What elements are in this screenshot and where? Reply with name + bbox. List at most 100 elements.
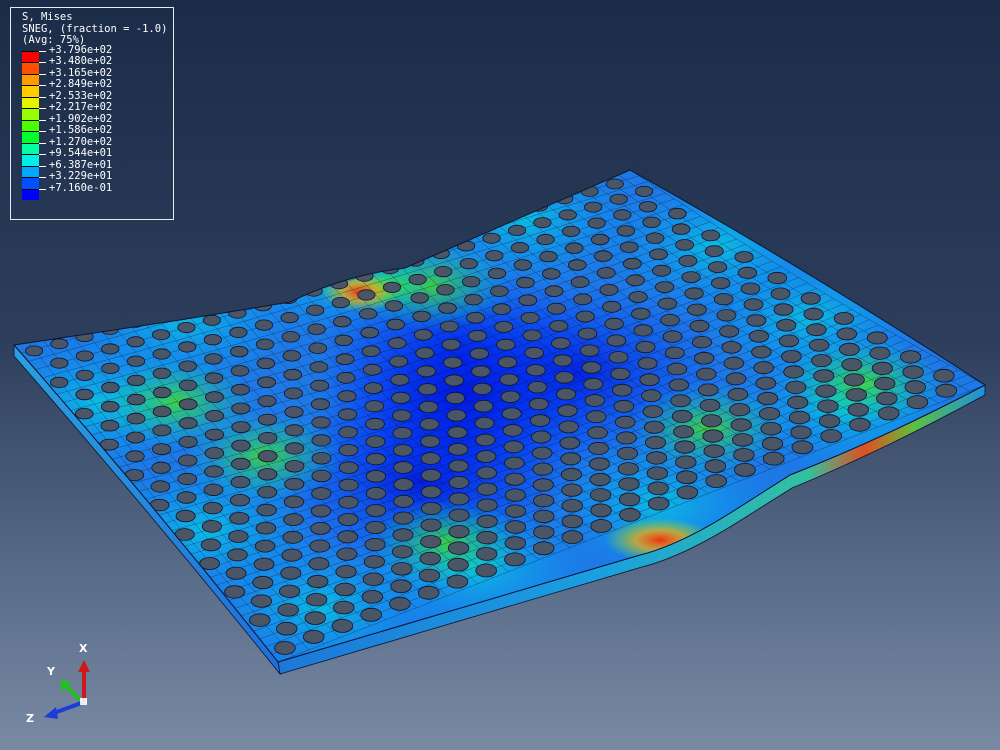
hole — [734, 251, 754, 263]
hole — [178, 360, 197, 372]
hole — [224, 585, 246, 599]
hole — [617, 446, 639, 460]
hole — [494, 320, 514, 333]
hole — [628, 291, 648, 303]
hole — [613, 399, 635, 413]
hole — [692, 336, 713, 349]
legend-swatch — [22, 119, 39, 131]
hole — [843, 373, 865, 387]
hole — [410, 292, 429, 304]
hole — [152, 386, 172, 399]
hole — [283, 513, 304, 526]
hole — [284, 406, 304, 418]
hole — [496, 338, 516, 351]
hole — [647, 481, 669, 496]
hole — [255, 338, 275, 351]
hole — [204, 428, 225, 441]
hole — [507, 224, 527, 236]
hole — [662, 330, 683, 343]
hole — [565, 242, 584, 254]
hole — [126, 355, 146, 367]
x-axis-arrowhead — [78, 660, 90, 672]
hole — [622, 257, 642, 270]
hole — [526, 364, 546, 377]
hole — [228, 530, 249, 543]
hole — [657, 297, 678, 310]
hole — [490, 285, 509, 297]
hole — [278, 584, 301, 598]
hole — [551, 337, 571, 350]
hole — [337, 513, 359, 526]
hole — [743, 298, 764, 311]
hole — [841, 357, 863, 372]
hole — [126, 412, 146, 425]
hole — [701, 229, 721, 242]
hole — [231, 439, 251, 452]
hole — [660, 313, 680, 327]
hole — [390, 373, 410, 386]
hole — [567, 259, 587, 271]
hole — [151, 461, 171, 474]
hole — [637, 357, 658, 370]
hole — [392, 511, 414, 525]
hole — [335, 565, 357, 579]
hole — [229, 494, 250, 507]
hole — [817, 399, 839, 413]
hole — [904, 380, 927, 394]
hole — [280, 311, 299, 324]
hole — [476, 498, 498, 512]
hole — [364, 400, 385, 413]
hole — [707, 261, 728, 274]
legend-tick — [39, 50, 46, 52]
hole — [419, 551, 441, 566]
hole — [363, 382, 383, 395]
hole — [308, 342, 328, 354]
hole — [546, 302, 566, 315]
hole — [310, 398, 330, 411]
legend-swatch — [22, 50, 39, 62]
hole — [176, 491, 197, 504]
hole — [476, 514, 498, 529]
hole — [304, 611, 326, 625]
hole — [471, 365, 491, 378]
hole — [701, 414, 723, 428]
hole — [492, 303, 512, 315]
hole — [357, 289, 376, 301]
hole — [876, 391, 898, 406]
hole — [849, 417, 871, 432]
hole — [448, 476, 470, 489]
hole — [675, 455, 697, 469]
hole — [767, 271, 788, 285]
hole — [719, 325, 740, 338]
hole — [727, 387, 749, 401]
hole — [552, 354, 573, 367]
hole — [200, 538, 222, 552]
hole — [307, 574, 329, 589]
hole — [502, 424, 523, 437]
hole — [833, 311, 855, 325]
hole — [257, 376, 277, 389]
hole — [338, 478, 359, 492]
hole — [935, 383, 957, 398]
hole — [561, 530, 584, 544]
hole — [308, 557, 330, 571]
legend-value: +3.229e+01 — [49, 170, 113, 182]
hole — [676, 485, 699, 500]
hole — [436, 284, 455, 296]
hole — [575, 310, 595, 323]
hole — [306, 304, 325, 316]
hole — [676, 470, 698, 485]
hole — [612, 383, 633, 397]
hole — [256, 357, 276, 370]
hole — [899, 350, 922, 364]
hole — [476, 547, 498, 561]
y-axis-arrow — [64, 684, 82, 702]
hole — [337, 390, 357, 403]
hole — [230, 475, 251, 489]
hole — [333, 600, 355, 615]
hole — [254, 319, 274, 331]
contour-legend: S, Mises SNEG, (fraction = -1.0) (Avg: 7… — [10, 7, 174, 220]
hole — [716, 309, 737, 322]
hole — [593, 250, 613, 262]
hole — [635, 340, 656, 354]
